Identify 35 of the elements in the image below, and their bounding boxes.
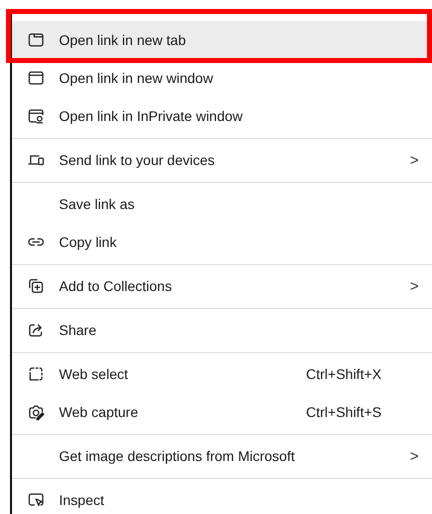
camera-pen-icon <box>26 403 44 421</box>
menu-item[interactable]: Open link in InPrivate window <box>12 97 432 135</box>
tab-icon <box>26 31 44 49</box>
shortcut-text: Ctrl+Shift+X <box>306 366 382 382</box>
menu-item-label: Open link in InPrivate window <box>59 108 244 124</box>
menu-item-label: Open link in new window <box>59 70 214 86</box>
menu-item-label: Web capture <box>59 404 140 420</box>
menu-item-label: Send link to your devices <box>59 152 216 168</box>
menu-item-label: Open link in new tab <box>59 32 187 48</box>
chevron-icon: > <box>410 278 432 294</box>
selection-icon <box>26 365 44 383</box>
menu-item-label: Web select <box>59 366 129 382</box>
chevron-icon: > <box>410 448 432 464</box>
menu-item[interactable]: Web select Ctrl+Shift+X <box>12 355 432 393</box>
menu-item-label: Share <box>59 322 98 338</box>
menu-item[interactable]: Open link in new window <box>12 59 432 97</box>
menu-item-label: Get image descriptions from Microsoft <box>59 448 296 464</box>
menu-item-label: Inspect <box>59 492 106 508</box>
menu-item[interactable]: Get image descriptions from Microsoft > <box>12 437 432 475</box>
menu-item[interactable]: Copy link <box>12 223 432 261</box>
menu-item[interactable]: Save link as <box>12 185 432 223</box>
collections-icon <box>26 277 44 295</box>
menu-item-label: Add to Collections <box>59 278 173 294</box>
menu-item-label: Copy link <box>59 234 118 250</box>
window-icon <box>26 69 44 87</box>
private-window-icon <box>26 107 44 125</box>
menu-item[interactable]: Add to Collections > <box>12 267 432 305</box>
chevron-icon: > <box>410 152 432 168</box>
shortcut-text: Ctrl+Shift+S <box>306 404 382 420</box>
menu-item-label: Save link as <box>59 196 136 212</box>
menu-item[interactable]: Web capture Ctrl+Shift+S <box>12 393 432 431</box>
menu-item[interactable]: Inspect <box>12 481 432 514</box>
inspect-icon <box>26 491 44 509</box>
menu-item[interactable]: Send link to your devices > <box>12 141 432 179</box>
menu-item[interactable]: Share <box>12 311 432 349</box>
